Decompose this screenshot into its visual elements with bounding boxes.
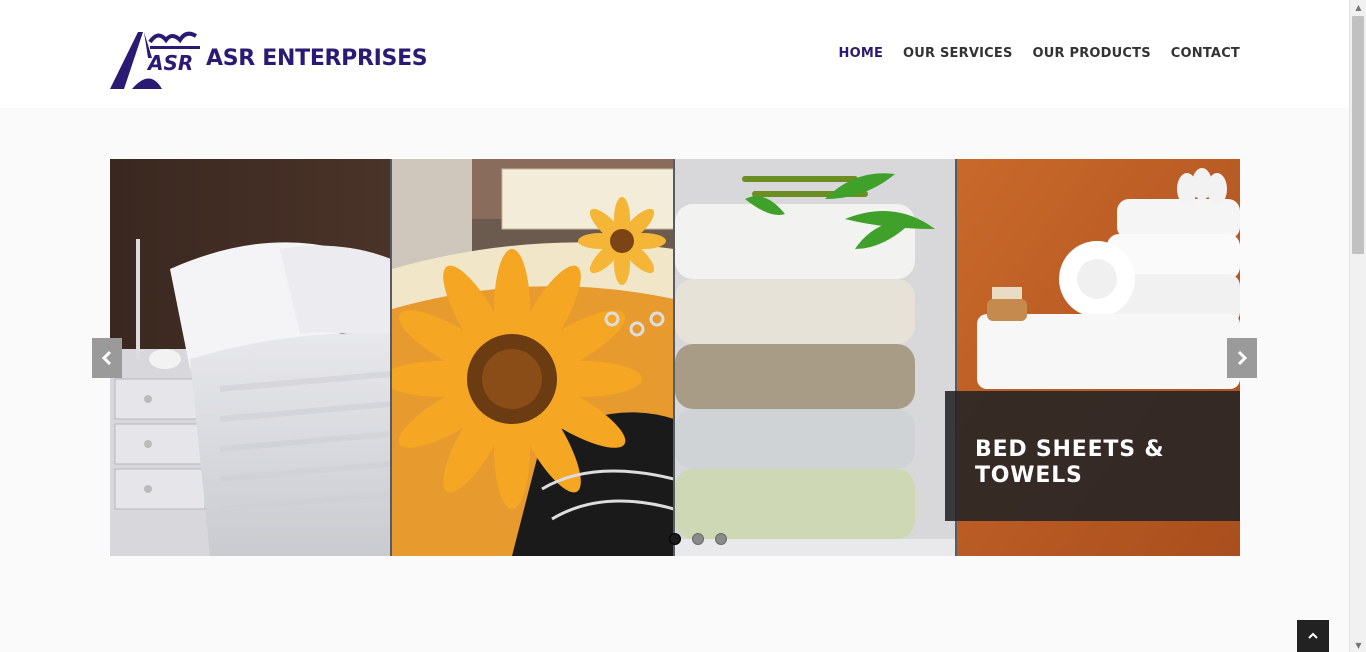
svg-text:ASR: ASR [146, 51, 193, 75]
chevron-left-icon [101, 350, 112, 366]
scroll-up-arrow-icon[interactable]: ▲ [1350, 0, 1366, 14]
slider-pagination [669, 533, 727, 545]
site-header: ASR ASR ENTERPRISES HOME OUR SERVICES OU… [0, 0, 1349, 108]
scrollbar-thumb[interactable] [1352, 16, 1364, 254]
logo-mark-icon: ASR [110, 31, 200, 89]
chevron-right-icon [1237, 350, 1248, 366]
page-scrollbar[interactable]: ▲ ▼ [1349, 0, 1366, 652]
brand-name: ASR ENTERPRISES [206, 46, 428, 71]
brand-logo[interactable]: ASR ASR ENTERPRISES [110, 28, 428, 90]
nav-our-products[interactable]: OUR PRODUCTS [1033, 46, 1151, 61]
slide-caption-title: BED SHEETS & TOWELS [975, 437, 1165, 488]
slider-prev-button[interactable] [92, 338, 122, 378]
slider-dot-1[interactable] [669, 533, 681, 545]
hero-slider: BED SHEETS & TOWELS [110, 159, 1240, 556]
slide-image-towel-stack [675, 159, 955, 556]
nav-home[interactable]: HOME [838, 46, 883, 61]
chevron-up-icon [1308, 632, 1318, 639]
slider-next-button[interactable] [1227, 338, 1257, 378]
nav-contact[interactable]: CONTACT [1171, 46, 1240, 61]
scroll-down-arrow-icon[interactable]: ▼ [1350, 638, 1366, 652]
main-nav: HOME OUR SERVICES OUR PRODUCTS CONTACT [838, 46, 1240, 61]
page: ASR ASR ENTERPRISES HOME OUR SERVICES OU… [0, 0, 1349, 652]
slide-image-white-bed [110, 159, 391, 556]
slider-dot-2[interactable] [692, 533, 704, 545]
slider-dot-3[interactable] [715, 533, 727, 545]
slide-caption: BED SHEETS & TOWELS [945, 391, 1240, 521]
slide-image-sunflower-bed [392, 159, 674, 556]
nav-our-services[interactable]: OUR SERVICES [903, 46, 1012, 61]
back-to-top-button[interactable] [1297, 620, 1329, 652]
